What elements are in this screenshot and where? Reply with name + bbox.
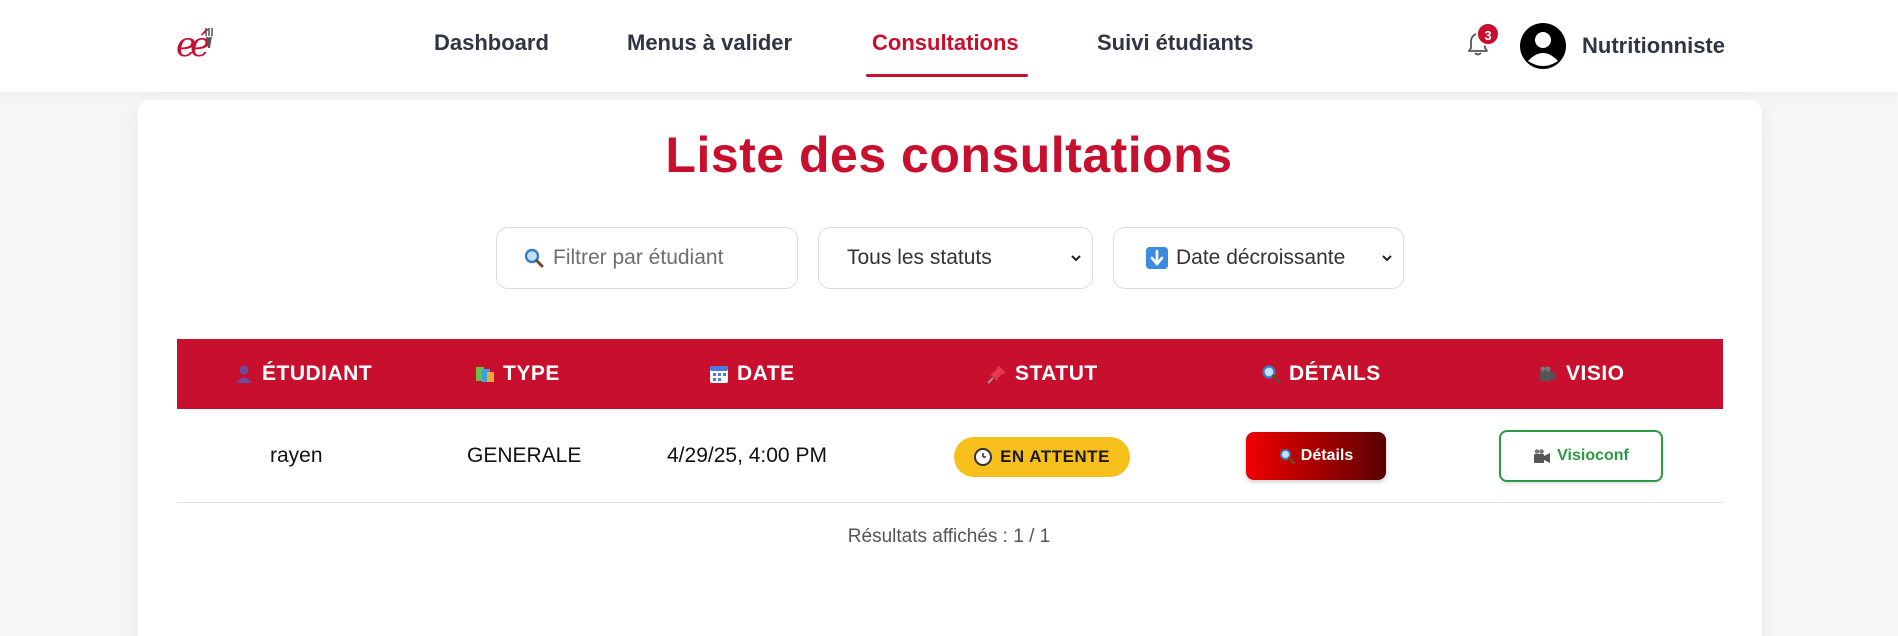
status-badge-label: EN ATTENTE xyxy=(1000,447,1110,466)
th-etudiant: ÉTUDIANT xyxy=(234,339,372,409)
magnifier-icon xyxy=(1262,365,1281,384)
avatar[interactable] xyxy=(1520,23,1566,69)
th-details-label: DÉTAILS xyxy=(1289,362,1381,385)
page-title: Liste des consultations xyxy=(665,127,1233,183)
th-etudiant-label: ÉTUDIANT xyxy=(262,362,373,385)
status-select-value: Tous les statuts xyxy=(847,246,992,269)
student-filter-input[interactable] xyxy=(553,246,773,270)
chevron-down-icon xyxy=(1382,255,1392,262)
clock-icon xyxy=(974,448,993,466)
details-button[interactable]: Détails xyxy=(1246,432,1386,480)
cell-etudiant: rayen xyxy=(270,444,323,467)
details-button-label: Détails xyxy=(1300,447,1354,464)
visio-button[interactable]: Visioconf xyxy=(1499,430,1663,482)
calendar-icon xyxy=(710,366,728,383)
th-date-label: DATE xyxy=(737,362,795,385)
th-statut-label: STATUT xyxy=(1015,362,1098,385)
nav-suivi-etudiants[interactable]: Suivi étudiants xyxy=(1097,30,1253,56)
notification-badge: 3 xyxy=(1476,22,1500,46)
results-count: Résultats affichés : 1 / 1 xyxy=(847,526,1051,547)
cell-date: 4/29/25, 4:00 PM xyxy=(667,444,827,467)
th-visio: VISIO xyxy=(1538,339,1625,409)
magnifier-icon xyxy=(1279,449,1295,464)
student-filter[interactable] xyxy=(496,227,798,289)
down-arrow-icon xyxy=(1146,247,1168,269)
video-camera-icon xyxy=(1534,449,1551,463)
status-select[interactable]: Tous les statuts xyxy=(818,227,1093,289)
books-icon xyxy=(476,367,494,382)
user-silhouette-icon xyxy=(1522,25,1564,67)
status-badge: EN ATTENTE xyxy=(954,437,1130,477)
nav-dashboard[interactable]: Dashboard xyxy=(434,30,549,56)
table-row: rayen GENERALE 4/29/25, 4:00 PM xyxy=(177,409,1723,503)
active-nav-indicator xyxy=(866,74,1028,77)
user-name[interactable]: Nutritionniste xyxy=(1582,33,1725,59)
table-header: ÉTUDIANT TYPE DATE STATUT DÉTAILS VISIO xyxy=(177,339,1723,409)
th-statut: STATUT xyxy=(987,339,1098,409)
visio-button-label: Visioconf xyxy=(1557,447,1629,464)
video-camera-icon xyxy=(1540,366,1556,381)
person-icon xyxy=(236,365,252,383)
th-type-label: TYPE xyxy=(503,362,560,385)
nav-consultations[interactable]: Consultations xyxy=(872,30,1019,56)
th-visio-label: VISIO xyxy=(1566,362,1625,385)
th-type: TYPE xyxy=(475,339,560,409)
chevron-down-icon xyxy=(1071,255,1081,262)
pushpin-icon xyxy=(987,365,1006,384)
th-details: DÉTAILS xyxy=(1261,339,1381,409)
th-date: DATE xyxy=(709,339,795,409)
sort-select[interactable]: Date décroissante xyxy=(1113,227,1404,289)
cell-type: GENERALE xyxy=(467,444,582,467)
top-navbar: eé Dashboard Menus à valider Consultatio… xyxy=(0,0,1898,92)
nav-menus-a-valider[interactable]: Menus à valider xyxy=(627,30,792,56)
sort-select-value: Date décroissante xyxy=(1176,246,1346,269)
search-icon xyxy=(524,248,544,268)
